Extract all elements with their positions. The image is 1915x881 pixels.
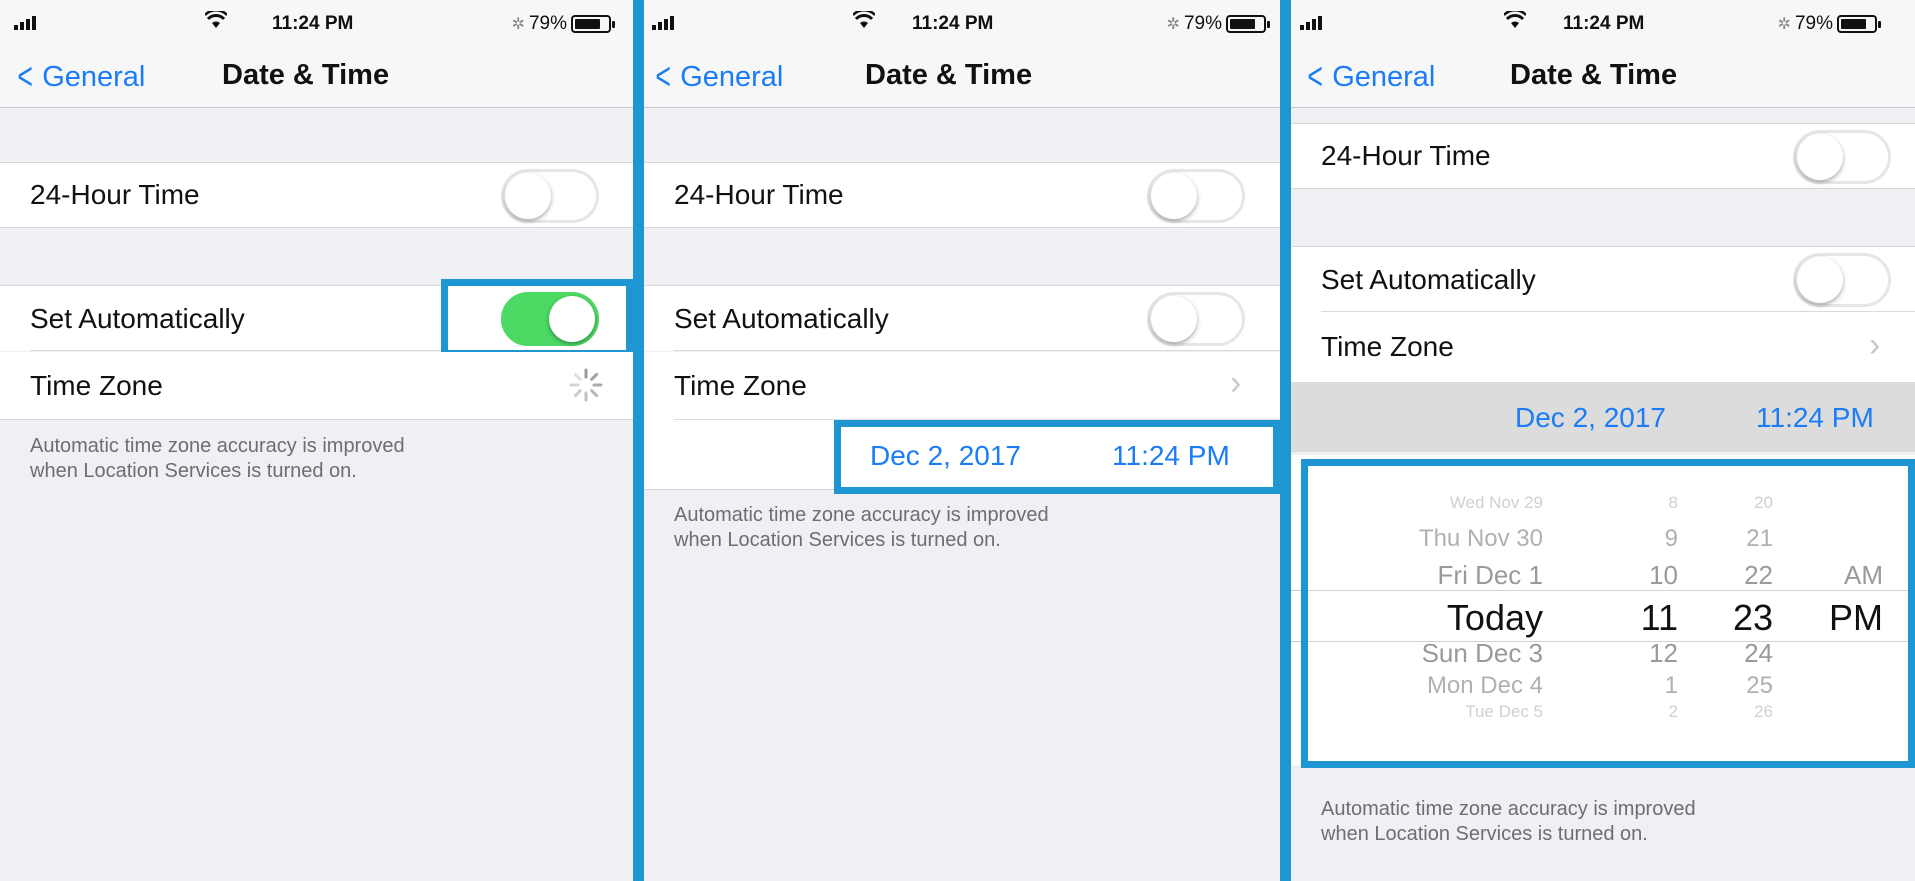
- battery-icon: [1226, 15, 1270, 33]
- back-button-label: General: [42, 60, 146, 93]
- status-time: 11:24 PM: [912, 13, 994, 34]
- back-button-label: General: [1332, 60, 1436, 93]
- time-zone-label: Time Zone: [30, 369, 163, 401]
- battery-percent: 79%: [528, 13, 567, 34]
- battery-percent: 79%: [1794, 13, 1833, 34]
- time-zone-cell[interactable]: Time Zone ›: [644, 352, 1280, 420]
- battery-icon: [571, 15, 615, 33]
- status-bar: 11:24 PM ✲ 79%: [1291, 0, 1915, 46]
- time-zone-cell[interactable]: Time Zone: [0, 352, 633, 420]
- wifi-icon: [1503, 8, 1527, 35]
- set-automatically-label: Set Automatically: [1321, 263, 1536, 295]
- chevron-left-icon: <: [655, 56, 671, 98]
- rotation-lock-icon: ✲: [1777, 16, 1791, 33]
- rotation-lock-icon: ✲: [1166, 16, 1180, 33]
- chevron-right-icon: ›: [1230, 364, 1242, 402]
- status-time: 11:24 PM: [1563, 13, 1645, 34]
- status-bar: 11:24 PM ✲ 79%: [0, 0, 633, 46]
- date-time-cell[interactable]: Dec 2, 2017 11:24 PM: [1291, 382, 1915, 452]
- navigation-bar: < General Date & Time: [0, 46, 633, 108]
- footer-note: Automatic time zone accuracy is improved…: [674, 504, 1049, 551]
- page-title: Date & Time: [865, 59, 1033, 91]
- status-time: 11:24 PM: [272, 13, 354, 34]
- wifi-icon: [852, 8, 876, 35]
- hour24-cell: 24-Hour Time: [644, 162, 1280, 228]
- time-zone-label: Time Zone: [1321, 331, 1454, 362]
- time-zone-cell[interactable]: Time Zone ›: [1291, 312, 1915, 382]
- back-button[interactable]: < General: [1304, 58, 1435, 96]
- time-value: 11:24 PM: [1756, 402, 1874, 433]
- hour24-toggle[interactable]: [1793, 130, 1891, 184]
- footer-note: Automatic time zone accuracy is improved…: [30, 435, 405, 482]
- highlight-box: [834, 420, 1280, 494]
- highlight-box: [441, 279, 633, 357]
- panel-divider: [633, 0, 644, 881]
- navigation-bar: < General Date & Time: [644, 46, 1280, 108]
- status-bar: 11:24 PM ✲ 79%: [644, 0, 1280, 46]
- chevron-right-icon: ›: [1869, 326, 1881, 364]
- hour24-toggle[interactable]: [501, 169, 599, 223]
- hour24-cell: 24-Hour Time: [1291, 123, 1915, 189]
- set-automatically-toggle[interactable]: [1793, 253, 1891, 307]
- footer-note: Automatic time zone accuracy is improved…: [1321, 798, 1696, 845]
- hour24-toggle[interactable]: [1147, 169, 1245, 223]
- navigation-bar: < General Date & Time: [1291, 46, 1915, 108]
- time-zone-label: Time Zone: [674, 370, 807, 401]
- activity-spinner-icon: [569, 368, 603, 402]
- set-automatically-label: Set Automatically: [674, 302, 889, 334]
- back-button[interactable]: < General: [652, 58, 783, 96]
- hour24-label: 24-Hour Time: [674, 179, 844, 210]
- hour24-label: 24-Hour Time: [1321, 140, 1491, 171]
- chevron-left-icon: <: [17, 56, 33, 98]
- set-automatically-label: Set Automatically: [30, 302, 245, 334]
- set-automatically-cell: Set Automatically: [1291, 246, 1915, 312]
- cellular-signal-icon: [1300, 14, 1322, 36]
- battery-icon: [1837, 15, 1881, 33]
- cellular-signal-icon: [652, 14, 674, 36]
- settings-panel-1: 11:24 PM ✲ 79% < General Date & Time 24-…: [0, 0, 633, 881]
- set-automatically-cell: Set Automatically: [644, 285, 1280, 351]
- set-automatically-toggle[interactable]: [1147, 292, 1245, 346]
- settings-panel-2: 11:24 PM ✲ 79% < General Date & Time 24-…: [644, 0, 1280, 881]
- page-title: Date & Time: [222, 59, 390, 91]
- date-value: Dec 2, 2017: [1515, 402, 1666, 433]
- panel-divider: [1280, 0, 1291, 881]
- hour24-cell: 24-Hour Time: [0, 162, 633, 228]
- hour24-label: 24-Hour Time: [30, 179, 200, 210]
- back-button[interactable]: < General: [14, 58, 145, 96]
- battery-percent: 79%: [1183, 13, 1222, 34]
- cellular-signal-icon: [14, 14, 36, 36]
- page-title: Date & Time: [1510, 59, 1678, 91]
- chevron-left-icon: <: [1307, 56, 1323, 98]
- settings-panel-3: 11:24 PM ✲ 79% < General Date & Time 24-…: [1291, 0, 1915, 881]
- rotation-lock-icon: ✲: [511, 16, 525, 33]
- wifi-icon: [204, 8, 228, 35]
- highlight-box: [1301, 459, 1915, 768]
- back-button-label: General: [680, 60, 784, 93]
